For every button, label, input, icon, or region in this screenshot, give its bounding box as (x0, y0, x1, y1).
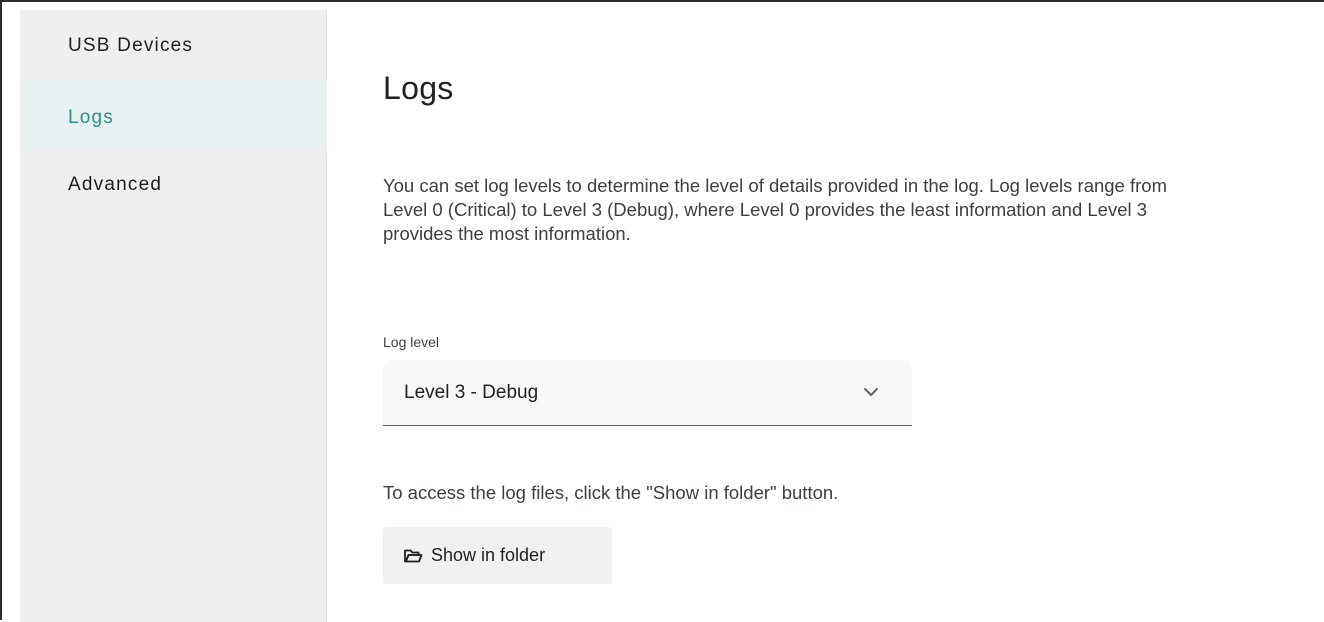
sidebar-item-label: Logs (68, 107, 115, 128)
log-level-value: Level 3 - Debug (404, 382, 539, 403)
log-files-instructions: To access the log files, click the "Show… (383, 482, 839, 503)
log-level-select[interactable]: Level 3 - Debug (383, 360, 912, 426)
sidebar-item-usb-devices[interactable]: USB Devices (20, 10, 327, 80)
sidebar-item-logs[interactable]: Logs (20, 80, 327, 150)
settings-window: USB Devices Logs Advanced Logs You can s… (0, 0, 1324, 622)
sidebar-item-label: USB Devices (68, 35, 194, 56)
show-in-folder-label: Show in folder (431, 545, 546, 565)
show-in-folder-button[interactable]: Show in folder (383, 527, 612, 584)
folder-open-icon (404, 549, 423, 562)
sidebar-item-label: Advanced (68, 174, 163, 195)
sidebar-item-advanced[interactable]: Advanced (20, 150, 327, 220)
main-content: Logs You can set log levels to determine… (383, 2, 1283, 622)
page-title: Logs (383, 70, 454, 106)
chevron-down-icon (864, 388, 878, 396)
sidebar: USB Devices Logs Advanced (20, 10, 327, 622)
log-level-label: Log level (383, 334, 440, 350)
log-level-description: You can set log levels to determine the … (383, 175, 1167, 244)
